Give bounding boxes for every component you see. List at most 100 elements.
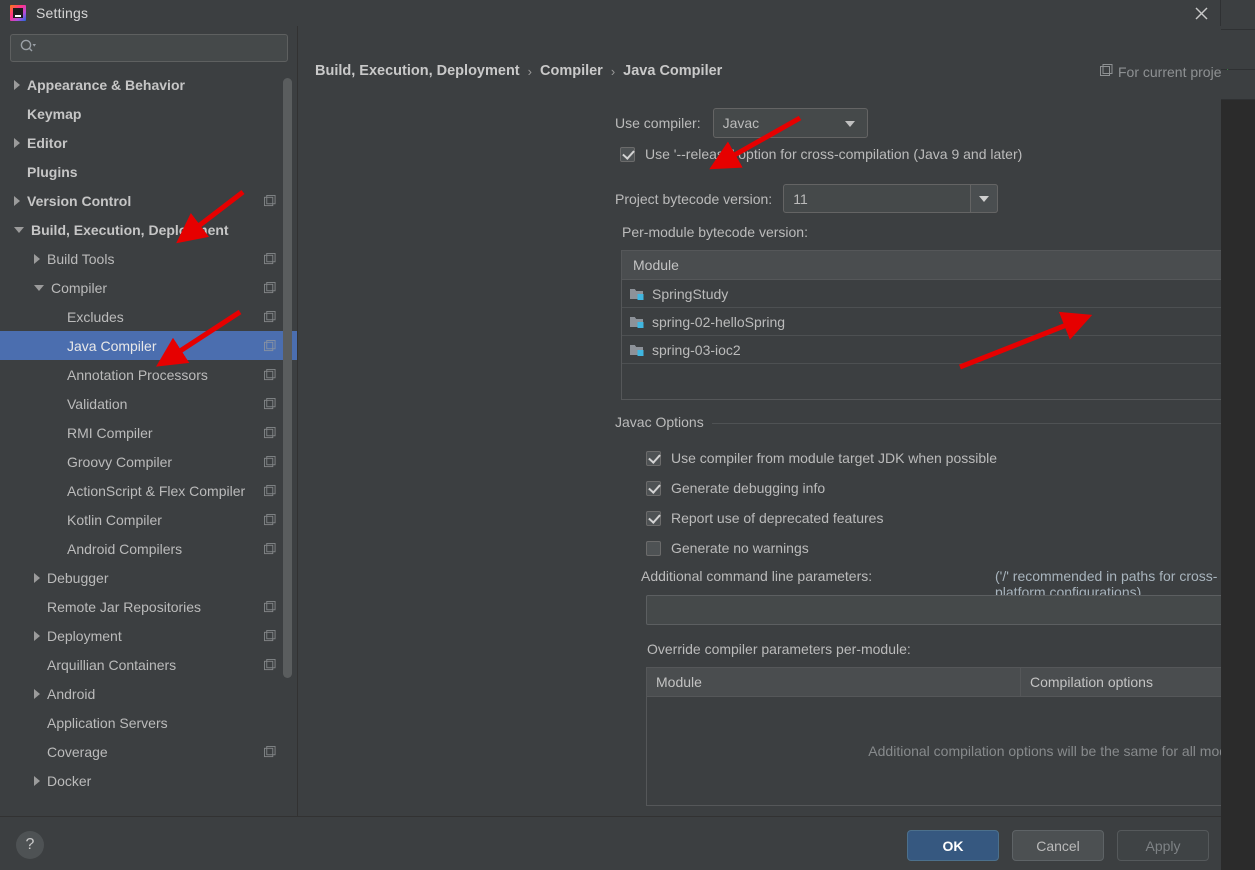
override-params-label: Override compiler parameters per-module: (647, 641, 911, 657)
sidebar-item-validation[interactable]: Validation (0, 389, 297, 418)
sidebar-item-remote-jar-repositories[interactable]: Remote Jar Repositories (0, 592, 297, 621)
module-name-cell[interactable]: spring-02-helloSpring (622, 308, 1221, 335)
sidebar-item-label: Validation (67, 395, 128, 412)
cancel-button[interactable]: Cancel (1012, 830, 1104, 861)
project-scope-icon (264, 600, 276, 613)
chevron-right-icon[interactable] (34, 630, 40, 641)
use-module-target-jdk-checkbox[interactable] (646, 450, 661, 466)
release-option-checkbox[interactable] (620, 146, 635, 162)
project-bytecode-select[interactable]: 11 (783, 184, 999, 213)
ide-strip-segment (1221, 0, 1255, 30)
apply-button[interactable]: Apply (1117, 830, 1209, 861)
sidebar-item-editor[interactable]: Editor (0, 128, 297, 157)
chevron-right-icon[interactable] (34, 572, 40, 583)
sidebar-item-keymap[interactable]: Keymap (0, 99, 297, 128)
chevron-down-icon (979, 195, 990, 202)
project-bytecode-dropdown-button[interactable] (970, 184, 999, 213)
jetbrains-logo-icon (10, 5, 26, 21)
breadcrumb-part-1[interactable]: Build, Execution, Deployment (315, 63, 520, 79)
additional-params-field[interactable] (646, 595, 1221, 625)
project-scope-icon (264, 484, 276, 497)
sidebar-item-deployment[interactable]: Deployment (0, 621, 297, 650)
ide-strip-segment (1221, 30, 1255, 85)
sidebar-item-label: Coverage (47, 743, 108, 760)
help-button[interactable]: ? (16, 831, 44, 859)
ok-button[interactable]: OK (907, 830, 999, 861)
generate-no-warnings-checkbox[interactable] (646, 540, 661, 556)
sidebar-item-label: Plugins (27, 163, 78, 180)
search-box[interactable] (10, 34, 288, 62)
chevron-right-icon[interactable] (14, 79, 20, 90)
per-module-bytecode-table: Module Target bytecode version SpringStu… (621, 250, 1221, 400)
ide-background-strip (1221, 0, 1255, 870)
release-option-row[interactable]: Use '--release' option for cross-compila… (620, 146, 1022, 162)
search-input[interactable] (42, 40, 272, 56)
chevron-right-icon[interactable] (14, 137, 20, 148)
use-compiler-select[interactable]: Javac (712, 108, 868, 138)
sidebar-item-version-control[interactable]: Version Control (0, 186, 297, 215)
javac-option-row[interactable]: Report use of deprecated features (646, 510, 883, 526)
module-name-cell[interactable]: SpringStudy (622, 280, 1221, 307)
sidebar-item-coverage[interactable]: Coverage (0, 737, 297, 766)
javac-option-label: Report use of deprecated features (671, 510, 884, 526)
sidebar-item-label: Build, Execution, Deployment (31, 221, 229, 238)
sidebar-item-annotation-processors[interactable]: Annotation Processors (0, 360, 297, 389)
sidebar-item-build-tools[interactable]: Build Tools (0, 244, 297, 273)
sidebar-item-arquillian-containers[interactable]: Arquillian Containers (0, 650, 297, 679)
chevron-right-icon[interactable] (34, 253, 40, 264)
table-row[interactable]: spring-03-ioc211 (622, 336, 1221, 364)
sidebar-scrollbar-track[interactable] (283, 74, 292, 774)
sidebar-item-label: Kotlin Compiler (67, 511, 162, 528)
sidebar-item-appearance-behavior[interactable]: Appearance & Behavior (0, 70, 297, 99)
chevron-down-icon[interactable] (14, 226, 24, 233)
additional-params-input[interactable] (655, 602, 1221, 618)
sidebar-item-label: Arquillian Containers (47, 656, 177, 673)
sidebar-item-java-compiler[interactable]: Java Compiler (0, 331, 297, 360)
sidebar-item-actionscript-flex-compiler[interactable]: ActionScript & Flex Compiler (0, 476, 297, 505)
project-scope-icon (264, 658, 276, 671)
sidebar-item-excludes[interactable]: Excludes (0, 302, 297, 331)
dialog-title: Settings (36, 5, 89, 21)
sidebar-scrollbar-thumb[interactable] (283, 78, 292, 678)
chevron-right-icon[interactable] (14, 195, 20, 206)
sidebar-item-docker[interactable]: Docker (0, 766, 297, 795)
override-table-grid: Module Compilation options Additional co… (647, 668, 1221, 805)
breadcrumb: Build, Execution, Deployment › Compiler … (315, 63, 722, 79)
close-icon[interactable] (1190, 3, 1212, 23)
sidebar-item-application-servers[interactable]: Application Servers (0, 708, 297, 737)
chevron-right-icon[interactable] (34, 688, 40, 699)
generate-debugging-info-checkbox[interactable] (646, 480, 661, 496)
javac-option-row[interactable]: Generate no warnings (646, 540, 809, 556)
sidebar-item-kotlin-compiler[interactable]: Kotlin Compiler (0, 505, 297, 534)
column-header-compilation-options[interactable]: Compilation options (1021, 668, 1221, 696)
sidebar-item-groovy-compiler[interactable]: Groovy Compiler (0, 447, 297, 476)
sidebar-item-label: Deployment (47, 627, 122, 644)
breadcrumb-part-2[interactable]: Compiler (540, 63, 603, 79)
column-header-module[interactable]: Module (622, 251, 1221, 279)
sidebar-item-label: Android (47, 685, 96, 702)
sidebar-item-rmi-compiler[interactable]: RMI Compiler (0, 418, 297, 447)
javac-option-row[interactable]: Use compiler from module target JDK when… (646, 450, 997, 466)
sidebar-item-label: Editor (27, 134, 68, 151)
javac-option-row[interactable]: Generate debugging info (646, 480, 825, 496)
table-row[interactable]: SpringStudy11 (622, 280, 1221, 308)
sidebar-item-plugins[interactable]: Plugins (0, 157, 297, 186)
per-module-label: Per-module bytecode version: (622, 224, 808, 240)
report-deprecated-checkbox[interactable] (646, 510, 661, 526)
breadcrumb-separator: › (527, 63, 532, 79)
breadcrumb-part-3: Java Compiler (623, 63, 723, 79)
sidebar-item-compiler[interactable]: Compiler (0, 273, 297, 302)
project-scope-icon (264, 397, 276, 410)
sidebar-item-android-compilers[interactable]: Android Compilers (0, 534, 297, 563)
chevron-right-icon[interactable] (34, 775, 40, 786)
project-scope-icon (264, 745, 276, 758)
override-params-table: Module Compilation options Additional co… (646, 667, 1221, 806)
sidebar-item-android[interactable]: Android (0, 679, 297, 708)
column-header-module[interactable]: Module (647, 668, 1021, 696)
module-name-cell[interactable]: spring-03-ioc2 (622, 336, 1221, 363)
sidebar-item-build-execution-deployment[interactable]: Build, Execution, Deployment (0, 215, 297, 244)
sidebar-item-debugger[interactable]: Debugger (0, 563, 297, 592)
table-row[interactable]: spring-02-helloSpring11 (622, 308, 1221, 336)
chevron-down-icon[interactable] (34, 284, 44, 291)
sidebar-item-label: Debugger (47, 569, 109, 586)
